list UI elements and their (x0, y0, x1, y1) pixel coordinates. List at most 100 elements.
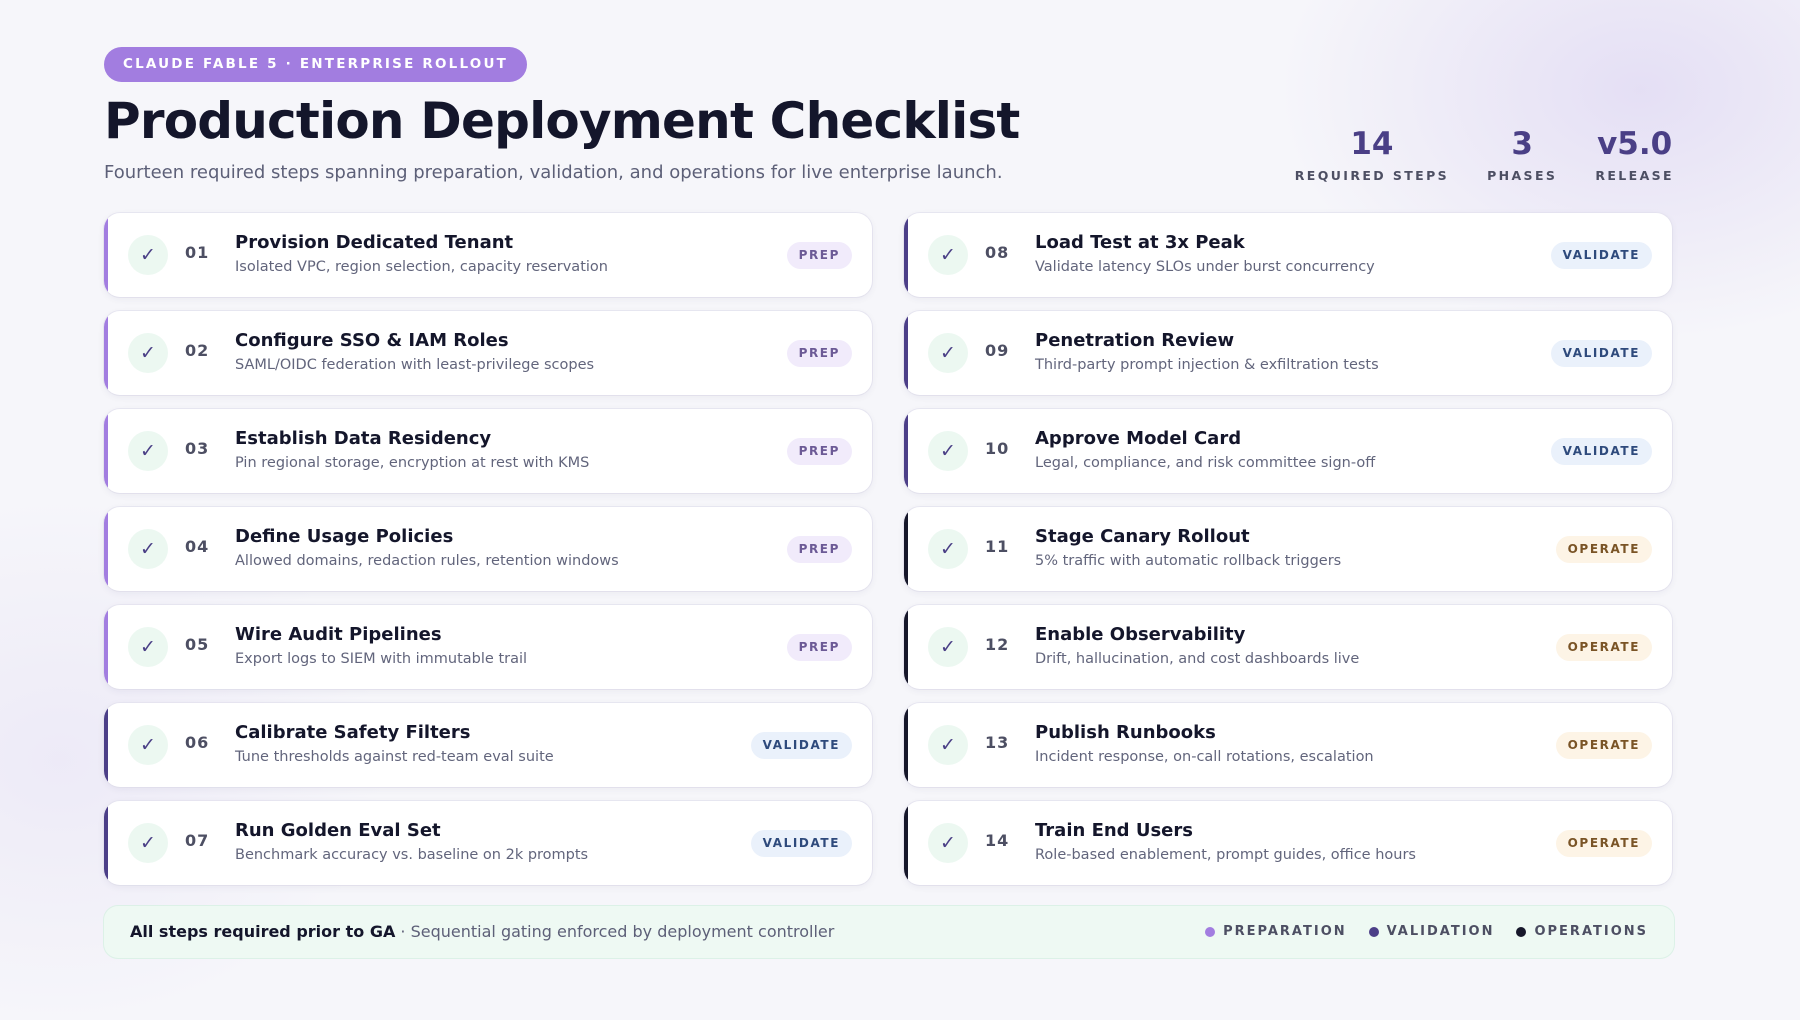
step-description: Pin regional storage, encryption at rest… (235, 455, 590, 471)
checklist-item-03[interactable]: ✓ 03 Establish Data Residency Pin regional … (104, 409, 872, 493)
checklist-item-10[interactable]: ✓ 10 Approve Model Card Legal, compliance, … (904, 409, 1672, 493)
footer-secondary-text: · Sequential gating enforced by deployme… (395, 922, 835, 941)
checklist-item-12[interactable]: ✓ 12 Enable Observability Drift, hallucinat… (904, 605, 1672, 689)
phase-badge: PREP (786, 536, 852, 563)
step-title: Enable Observability (1035, 624, 1246, 645)
phase-accent-bar (104, 213, 108, 297)
legend-item-preparation: PREPARATION (1205, 924, 1347, 939)
phase-accent-bar (104, 801, 108, 885)
legend-dot-icon (1516, 926, 1527, 937)
checklist-item-01[interactable]: ✓ 01 Provision Dedicated Tenant Isolated VP… (104, 213, 872, 297)
phase-accent-bar (104, 311, 108, 395)
step-description: Drift, hallucination, and cost dashboard… (1035, 651, 1360, 667)
phase-accent-bar (904, 213, 908, 297)
check-icon[interactable]: ✓ (928, 529, 968, 569)
checklist-item-05[interactable]: ✓ 05 Wire Audit Pipelines Export logs to SI… (104, 605, 872, 689)
legend-label: OPERATIONS (1534, 924, 1648, 939)
phase-badge: VALIDATE (750, 830, 852, 857)
step-title: Configure SSO & IAM Roles (235, 330, 509, 351)
step-description: Isolated VPC, region selection, capacity… (235, 259, 608, 275)
checklist-item-11[interactable]: ✓ 11 Stage Canary Rollout 5% traffic with a… (904, 507, 1672, 591)
legend-label: VALIDATION (1386, 924, 1495, 939)
step-number: 13 (985, 733, 1010, 752)
check-icon[interactable]: ✓ (928, 627, 968, 667)
step-title: Calibrate Safety Filters (235, 722, 471, 743)
footer-note: All steps required prior to GA · Sequent… (130, 922, 834, 941)
legend-item-validation: VALIDATION (1368, 924, 1495, 939)
footer-strong-text: All steps required prior to GA (130, 922, 396, 941)
step-title: Wire Audit Pipelines (235, 624, 442, 645)
check-icon[interactable]: ✓ (928, 725, 968, 765)
step-number: 11 (985, 537, 1010, 556)
page-subtitle: Fourteen required steps spanning prepara… (104, 162, 1003, 183)
step-number: 03 (185, 439, 210, 458)
checklist-item-07[interactable]: ✓ 07 Run Golden Eval Set Benchmark accuracy… (104, 801, 872, 885)
checklist-item-06[interactable]: ✓ 06 Calibrate Safety Filters Tune threshol… (104, 703, 872, 787)
step-description: Allowed domains, redaction rules, retent… (235, 553, 619, 569)
stat-label: REQUIRED STEPS (1294, 168, 1450, 183)
phase-accent-bar (904, 703, 908, 787)
stat-value: 3 (1511, 126, 1533, 162)
check-icon[interactable]: ✓ (928, 823, 968, 863)
phase-badge: VALIDATE (1550, 438, 1652, 465)
phase-badge: VALIDATE (750, 732, 852, 759)
step-description: Validate latency SLOs under burst concur… (1035, 259, 1375, 275)
step-number: 01 (185, 243, 210, 262)
check-icon[interactable]: ✓ (128, 823, 168, 863)
check-icon[interactable]: ✓ (928, 333, 968, 373)
step-title: Define Usage Policies (235, 526, 454, 547)
checklist-item-13[interactable]: ✓ 13 Publish Runbooks Incident response, on… (904, 703, 1672, 787)
check-icon[interactable]: ✓ (128, 431, 168, 471)
phase-accent-bar (904, 409, 908, 493)
stat-phases: 3 PHASES (1487, 124, 1557, 183)
step-description: 5% traffic with automatic rollback trigg… (1035, 553, 1342, 569)
step-number: 02 (185, 341, 210, 360)
footer-bar: All steps required prior to GA · Sequent… (104, 906, 1674, 958)
legend-label: PREPARATION (1223, 924, 1347, 939)
phase-badge: PREP (786, 634, 852, 661)
checklist-item-08[interactable]: ✓ 08 Load Test at 3x Peak Validate latency … (904, 213, 1672, 297)
checklist-item-09[interactable]: ✓ 09 Penetration Review Third-party prompt … (904, 311, 1672, 395)
check-icon[interactable]: ✓ (928, 431, 968, 471)
checklist-item-04[interactable]: ✓ 04 Define Usage Policies Allowed domains,… (104, 507, 872, 591)
step-number: 06 (185, 733, 210, 752)
check-icon[interactable]: ✓ (128, 725, 168, 765)
step-title: Establish Data Residency (235, 428, 492, 449)
checklist-item-14[interactable]: ✓ 14 Train End Users Role-based enablement,… (904, 801, 1672, 885)
check-icon[interactable]: ✓ (928, 235, 968, 275)
step-description: Benchmark accuracy vs. baseline on 2k pr… (235, 847, 589, 863)
phase-accent-bar (104, 507, 108, 591)
check-icon[interactable]: ✓ (128, 333, 168, 373)
step-number: 05 (185, 635, 210, 654)
stat-value: 14 (1350, 126, 1394, 162)
check-icon[interactable]: ✓ (128, 529, 168, 569)
checklist-item-02[interactable]: ✓ 02 Configure SSO & IAM Roles SAML/OIDC fe… (104, 311, 872, 395)
stat-release: v5.0 RELEASE (1595, 124, 1674, 183)
step-title: Stage Canary Rollout (1035, 526, 1250, 547)
phase-accent-bar (104, 703, 108, 787)
phase-legend: PREPARATION VALIDATION OPERATIONS (1205, 924, 1648, 939)
phase-badge: VALIDATE (1550, 242, 1652, 269)
step-number: 10 (985, 439, 1010, 458)
page-title: Production Deployment Checklist (104, 92, 1020, 150)
legend-item-operations: OPERATIONS (1516, 924, 1648, 939)
step-description: Third-party prompt injection & exfiltrat… (1035, 357, 1379, 373)
phase-accent-bar (104, 409, 108, 493)
step-description: Incident response, on-call rotations, es… (1035, 749, 1374, 765)
check-icon[interactable]: ✓ (128, 627, 168, 667)
step-description: Legal, compliance, and risk committee si… (1035, 455, 1376, 471)
step-title: Load Test at 3x Peak (1035, 232, 1245, 253)
stat-value: v5.0 (1597, 126, 1673, 162)
checklist-page: CLAUDE FABLE 5 · ENTERPRISE ROLLOUT Prod… (0, 0, 1800, 1020)
phase-badge: OPERATE (1555, 536, 1652, 563)
step-number: 12 (985, 635, 1010, 654)
phase-badge: PREP (786, 242, 852, 269)
stat-required-steps: 14 REQUIRED STEPS (1295, 124, 1449, 183)
step-number: 14 (985, 831, 1010, 850)
step-number: 07 (185, 831, 210, 850)
check-icon[interactable]: ✓ (128, 235, 168, 275)
phase-accent-bar (904, 605, 908, 689)
phase-badge: PREP (786, 438, 852, 465)
phase-accent-bar (104, 605, 108, 689)
phase-badge: PREP (786, 340, 852, 367)
